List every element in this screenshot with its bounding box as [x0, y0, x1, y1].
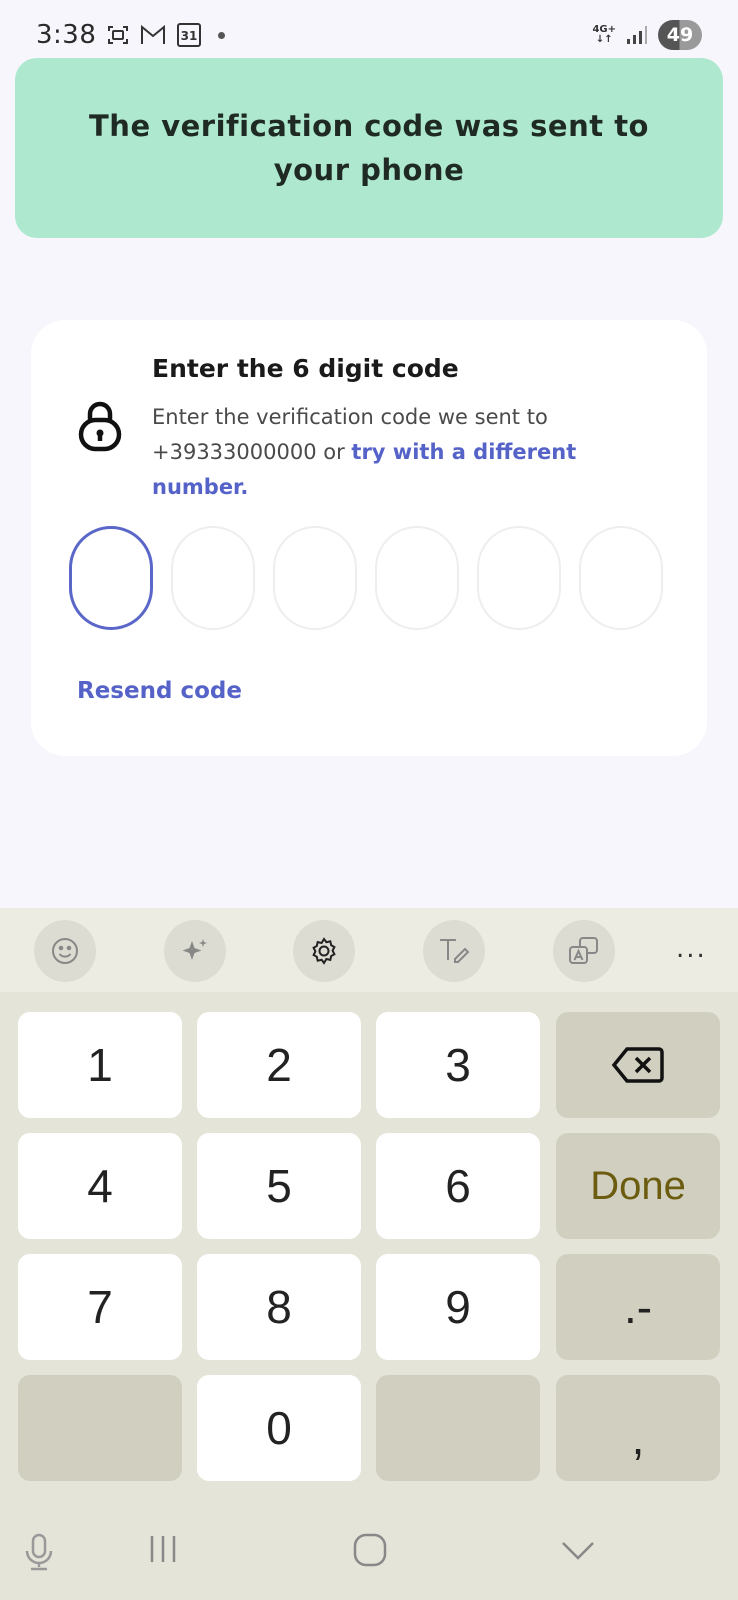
more-icon[interactable]: ...: [676, 934, 707, 964]
key-3[interactable]: 3: [376, 1012, 540, 1118]
empty-key-right: [376, 1375, 540, 1481]
network-label: 4G+ ↓↑: [592, 24, 616, 45]
navigation-bar: [0, 1516, 738, 1600]
comma-key[interactable]: ,: [556, 1375, 720, 1481]
sparkle-icon[interactable]: [164, 920, 226, 982]
keyboard-toolbar: ...: [0, 908, 738, 992]
status-left: 3:38 31: [36, 20, 226, 50]
battery-indicator: 49: [658, 20, 702, 50]
status-right: 4G+ ↓↑ 49: [592, 20, 702, 50]
status-time: 3:38: [36, 20, 97, 50]
calendar-day: 31: [181, 29, 198, 43]
recent-apps-icon[interactable]: [146, 1532, 180, 1566]
screenshot-icon: [106, 23, 130, 47]
code-digit-6[interactable]: [579, 526, 663, 630]
key-1[interactable]: 1: [18, 1012, 182, 1118]
code-digit-1[interactable]: [69, 526, 153, 630]
numeric-keyboard: ... 1 2 3 4 5 6 Done 7 8 9 .- 0 ,: [0, 908, 738, 1600]
key-6[interactable]: 6: [376, 1133, 540, 1239]
gmail-icon: [140, 24, 166, 46]
key-0[interactable]: 0: [197, 1375, 361, 1481]
translate-icon[interactable]: [553, 920, 615, 982]
verification-card: Enter the 6 digit code Enter the verific…: [31, 320, 707, 756]
calendar-icon: 31: [176, 22, 202, 48]
notification-dot: [218, 31, 226, 39]
code-digit-4[interactable]: [375, 526, 459, 630]
microphone-icon[interactable]: [22, 1532, 56, 1572]
backspace-icon: [611, 1047, 664, 1083]
key-9[interactable]: 9: [376, 1254, 540, 1360]
card-title: Enter the 6 digit code: [152, 354, 459, 383]
network-type: 4G+: [592, 24, 616, 35]
resend-code-button[interactable]: Resend code: [77, 678, 242, 704]
hide-keyboard-icon[interactable]: [560, 1532, 596, 1568]
code-digit-5[interactable]: [477, 526, 561, 630]
done-key[interactable]: Done: [556, 1133, 720, 1239]
code-digit-3[interactable]: [273, 526, 357, 630]
emoji-icon[interactable]: [34, 920, 96, 982]
settings-icon[interactable]: [293, 920, 355, 982]
handwriting-icon[interactable]: [423, 920, 485, 982]
key-8[interactable]: 8: [197, 1254, 361, 1360]
toast-message: The verification code was sent to your p…: [89, 109, 649, 187]
lock-icon: [77, 400, 123, 456]
signal-icon: [626, 25, 648, 45]
key-2[interactable]: 2: [197, 1012, 361, 1118]
key-7[interactable]: 7: [18, 1254, 182, 1360]
punctuation-key[interactable]: .-: [556, 1254, 720, 1360]
empty-key-left: [18, 1375, 182, 1481]
card-description: Enter the verification code we sent to +…: [152, 400, 622, 505]
home-icon[interactable]: [352, 1532, 388, 1568]
backspace-key[interactable]: [556, 1012, 720, 1118]
toast-banner: The verification code was sent to your p…: [15, 58, 723, 238]
key-4[interactable]: 4: [18, 1133, 182, 1239]
key-5[interactable]: 5: [197, 1133, 361, 1239]
code-input-group: [69, 526, 663, 630]
code-digit-2[interactable]: [171, 526, 255, 630]
